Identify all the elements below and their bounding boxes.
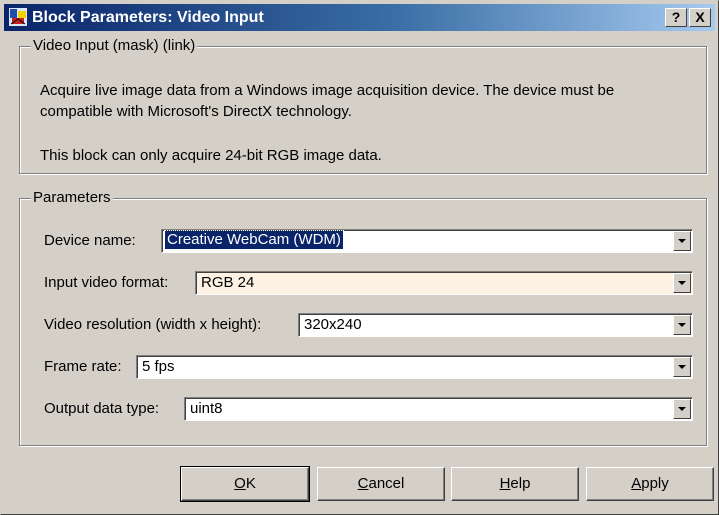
frame-rate-label: Frame rate: (44, 358, 122, 375)
frame-rate-dropdown[interactable]: 5 fps (136, 355, 693, 379)
output-data-type-label: Output data type: (44, 400, 160, 417)
description-group-label: Video Input (mask) (link) (31, 37, 198, 55)
close-title-button[interactable]: X (689, 8, 711, 27)
video-resolution-value: 320x240 (304, 316, 362, 333)
input-video-format-dropdown[interactable]: RGB 24 (195, 271, 693, 295)
output-data-type-value: uint8 (190, 400, 223, 417)
cancel-label-rest: ancel (368, 475, 405, 492)
ok-label-rest: K (245, 475, 256, 492)
video-resolution-label: Video resolution (width x height): (44, 316, 262, 333)
window-title: Block Parameters: Video Input (32, 9, 264, 26)
parameters-group-label: Parameters (31, 189, 113, 207)
cancel-mnemonic: C (357, 475, 369, 492)
ok-mnemonic: O (234, 475, 246, 492)
ok-button[interactable]: OK (180, 466, 310, 502)
frame-rate-value: 5 fps (142, 358, 175, 375)
device-name-value: Creative WebCam (WDM) (164, 230, 344, 250)
simulink-block-icon (9, 8, 27, 26)
title-bar[interactable]: Block Parameters: Video Input ? X (4, 4, 715, 31)
block-parameters-dialog: Block Parameters: Video Input ? X Video … (0, 0, 719, 515)
device-name-dropdown[interactable]: Creative WebCam (WDM) (161, 229, 693, 253)
help-button[interactable]: Help (451, 467, 579, 501)
help-mnemonic: H (499, 475, 511, 492)
help-label-rest: elp (510, 475, 531, 492)
video-resolution-dropdown[interactable]: 320x240 (298, 313, 693, 337)
dropdown-arrow-icon[interactable] (673, 399, 691, 419)
input-video-format-label: Input video format: (44, 274, 169, 291)
input-video-format-value: RGB 24 (201, 274, 255, 291)
cancel-button[interactable]: Cancel (317, 467, 445, 501)
output-data-type-dropdown[interactable]: uint8 (184, 397, 693, 421)
description-line-2: compatible with Microsoft's DirectX tech… (40, 103, 352, 120)
dropdown-arrow-icon[interactable] (673, 231, 691, 251)
description-line-3: This block can only acquire 24-bit RGB i… (40, 147, 382, 164)
apply-mnemonic: A (631, 475, 642, 492)
device-name-label: Device name: (44, 232, 136, 249)
help-title-button[interactable]: ? (665, 8, 687, 27)
dropdown-arrow-icon[interactable] (673, 315, 691, 335)
dropdown-arrow-icon[interactable] (673, 273, 691, 293)
description-line-1: Acquire live image data from a Windows i… (40, 82, 615, 99)
dropdown-arrow-icon[interactable] (673, 357, 691, 377)
apply-button[interactable]: Apply (586, 467, 714, 501)
close-icon: X (695, 9, 705, 25)
question-icon: ? (671, 9, 681, 25)
apply-label-rest: pply (641, 475, 669, 492)
